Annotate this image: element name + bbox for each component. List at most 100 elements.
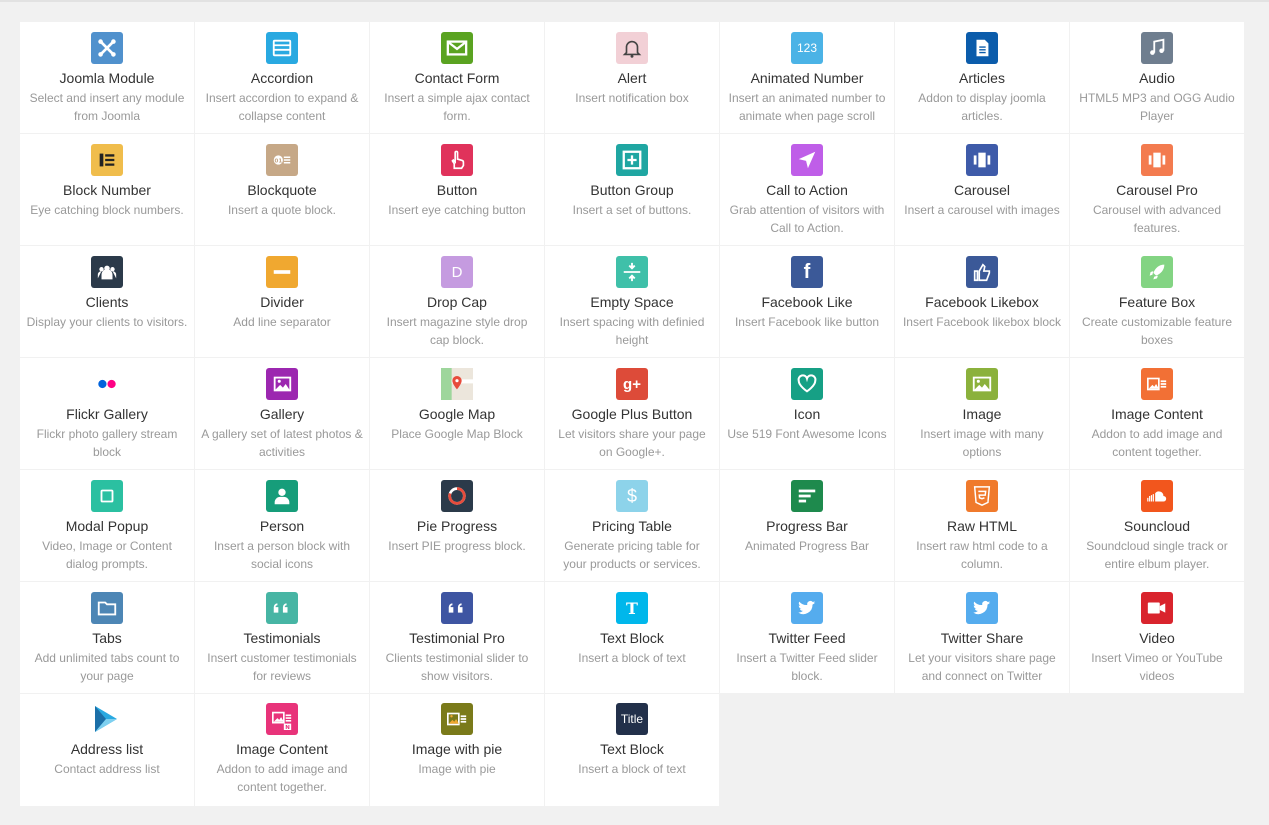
addon-description: Insert Facebook like button (734, 315, 880, 329)
addon-title: Accordion (250, 70, 314, 86)
addon-title: Carousel Pro (1116, 182, 1198, 198)
addon-description: Addon to display joomla articles. (918, 91, 1046, 123)
addon-description: Insert accordion to expand & collapse co… (205, 91, 359, 123)
addon-card[interactable]: Twitter Feed Insert a Twitter Feed slider… (720, 582, 894, 693)
music-icon (1141, 32, 1173, 64)
addon-description: Insert eye catching button (388, 203, 526, 217)
addon-card[interactable]: Image Content Addon to add image and cont… (1070, 358, 1244, 469)
addon-card[interactable]: N Image Content Addon to add image and con… (195, 694, 369, 806)
addon-card[interactable]: Button Insert eye catching button (370, 134, 544, 245)
addon-title: Clients (85, 294, 129, 310)
addon-title: Button (436, 182, 478, 198)
addon-description: Animated Progress Bar (744, 539, 870, 553)
addon-description: Carousel with advanced features. (1092, 203, 1222, 235)
video-camera-icon (1141, 592, 1173, 624)
addon-card[interactable]: Empty Space Insert spacing with definied … (545, 246, 719, 357)
addon-card[interactable]: Call to Action Grab attention of visitors… (720, 134, 894, 245)
dropcap-icon: D (441, 256, 473, 288)
addon-title: Button Group (590, 182, 674, 198)
addon-description: Insert PIE progress block. (388, 539, 526, 553)
addon-card[interactable]: Title Text Block Insert a block of text (545, 694, 719, 806)
addon-description: Addon to add image and content together. (1091, 427, 1223, 459)
picture-icon (266, 368, 298, 400)
bell-icon (616, 32, 648, 64)
addon-card[interactable]: Testimonials Insert customer testimonials… (195, 582, 369, 693)
addon-card[interactable]: Carousel Pro Carousel with advanced featu… (1070, 134, 1244, 245)
addon-card[interactable]: Tabs Add unlimited tabs count to your pag… (20, 582, 194, 693)
hand-pointer-icon (441, 144, 473, 176)
addon-card[interactable]: 01 Blockquote Insert a quote block. (195, 134, 369, 245)
addon-description: Insert magazine style drop cap block. (386, 315, 528, 347)
addon-card[interactable]: Video Insert Vimeo or YouTube videos (1070, 582, 1244, 693)
addon-description: Insert a Twitter Feed slider block. (736, 651, 878, 683)
addon-title: Articles (959, 70, 1005, 86)
dollar-icon: $ (616, 480, 648, 512)
addon-description: Insert a quote block. (227, 203, 337, 217)
addon-card[interactable]: Testimonial Pro Clients testimonial slide… (370, 582, 544, 693)
addon-card[interactable]: Articles Addon to display joomla articles… (895, 22, 1069, 133)
addon-card[interactable]: Pie Progress Insert PIE progress block. (370, 470, 544, 581)
quote-pro-icon (441, 592, 473, 624)
icon-glyph: T (626, 598, 638, 618)
addon-card[interactable]: D Drop Cap Insert magazine style drop cap … (370, 246, 544, 357)
addon-title: Raw HTML (946, 518, 1017, 534)
addon-card[interactable]: Divider Add line separator (195, 246, 369, 357)
joomla-icon (91, 32, 123, 64)
addon-card[interactable]: Carousel Insert a carousel with images (895, 134, 1069, 245)
addon-description: Insert a block of text (578, 762, 686, 776)
addon-title: Address list (70, 741, 144, 757)
addon-title: Carousel (953, 182, 1011, 198)
addon-card[interactable]: Image Insert image with many options (895, 358, 1069, 469)
rocket-icon (1141, 256, 1173, 288)
addon-card[interactable]: Progress Bar Animated Progress Bar (720, 470, 894, 581)
addon-card[interactable]: Google Map Place Google Map Block (370, 358, 544, 469)
addon-title: Joomla Module (59, 70, 155, 86)
addon-description: Insert a block of text (578, 651, 686, 665)
address-play-icon (91, 703, 123, 735)
addon-description: Flickr photo gallery stream block (36, 427, 178, 459)
addon-description: Display your clients to visitors. (26, 315, 188, 329)
addon-title: Call to Action (766, 182, 848, 198)
users-icon (91, 256, 123, 288)
addon-card[interactable]: Contact Form Insert a simple ajax contact… (370, 22, 544, 133)
addon-card[interactable]: Facebook Likebox Insert Facebook likebox … (895, 246, 1069, 357)
spacing-icon (616, 256, 648, 288)
addon-card[interactable]: Person Insert a person block with social … (195, 470, 369, 581)
addon-card[interactable]: Block Number Eye catching block numbers. (20, 134, 194, 245)
addon-description: Image with pie (418, 762, 496, 776)
icon-glyph: Title (620, 712, 644, 726)
addon-card[interactable]: Accordion Insert accordion to expand & co… (195, 22, 369, 133)
icon-glyph: g+ (623, 375, 641, 393)
addon-description: Generate pricing table for your products… (563, 539, 701, 571)
addon-title: Video (1139, 630, 1175, 646)
addon-card[interactable]: Gallery A gallery set of latest photos & … (195, 358, 369, 469)
addon-description: Create customizable feature boxes (1081, 315, 1233, 347)
addon-description: Let visitors share your page on Google+. (558, 427, 706, 459)
addon-card[interactable]: $ Pricing Table Generate pricing table for… (545, 470, 719, 581)
addon-card[interactable]: Feature Box Create customizable feature b… (1070, 246, 1244, 357)
flickr-icon (91, 368, 123, 400)
addon-card[interactable]: Button Group Insert a set of buttons. (545, 134, 719, 245)
addon-card[interactable]: Modal Popup Video, Image or Content dialo… (20, 470, 194, 581)
addon-card[interactable]: Alert Insert notification box (545, 22, 719, 133)
addon-title: Animated Number (750, 70, 864, 86)
addon-card[interactable]: Souncloud Soundcloud single track or enti… (1070, 470, 1244, 581)
addon-card[interactable]: f Facebook Like Insert Facebook like butto… (720, 246, 894, 357)
addon-title: Block Number (63, 182, 151, 198)
addon-card[interactable]: 123 Animated Number Insert an animated num… (720, 22, 894, 133)
addon-title: Contact Form (414, 70, 500, 86)
svg-text:N: N (285, 725, 290, 730)
addon-title: Blockquote (247, 182, 317, 198)
addon-card[interactable]: g+ Google Plus Button Let visitors share y… (545, 358, 719, 469)
addon-card[interactable]: Address list Contact address list (20, 694, 194, 806)
addon-card[interactable]: Icon Use 519 Font Awesome Icons (720, 358, 894, 469)
addon-card[interactable]: Twitter Share Let your visitors share pag… (895, 582, 1069, 693)
addon-card[interactable]: Raw HTML Insert raw html code to a column… (895, 470, 1069, 581)
addon-card[interactable]: Flickr Gallery Flickr photo gallery strea… (20, 358, 194, 469)
addon-card[interactable]: Image with pie Image with pie (370, 694, 544, 806)
addon-title: Audio (1139, 70, 1175, 86)
addon-card[interactable]: T Text Block Insert a block of text (545, 582, 719, 693)
addon-card[interactable]: Clients Display your clients to visitors. (20, 246, 194, 357)
addon-card[interactable]: Joomla Module Select and insert any modul… (20, 22, 194, 133)
addon-card[interactable]: Audio HTML5 MP3 and OGG Audio Player (1070, 22, 1244, 133)
